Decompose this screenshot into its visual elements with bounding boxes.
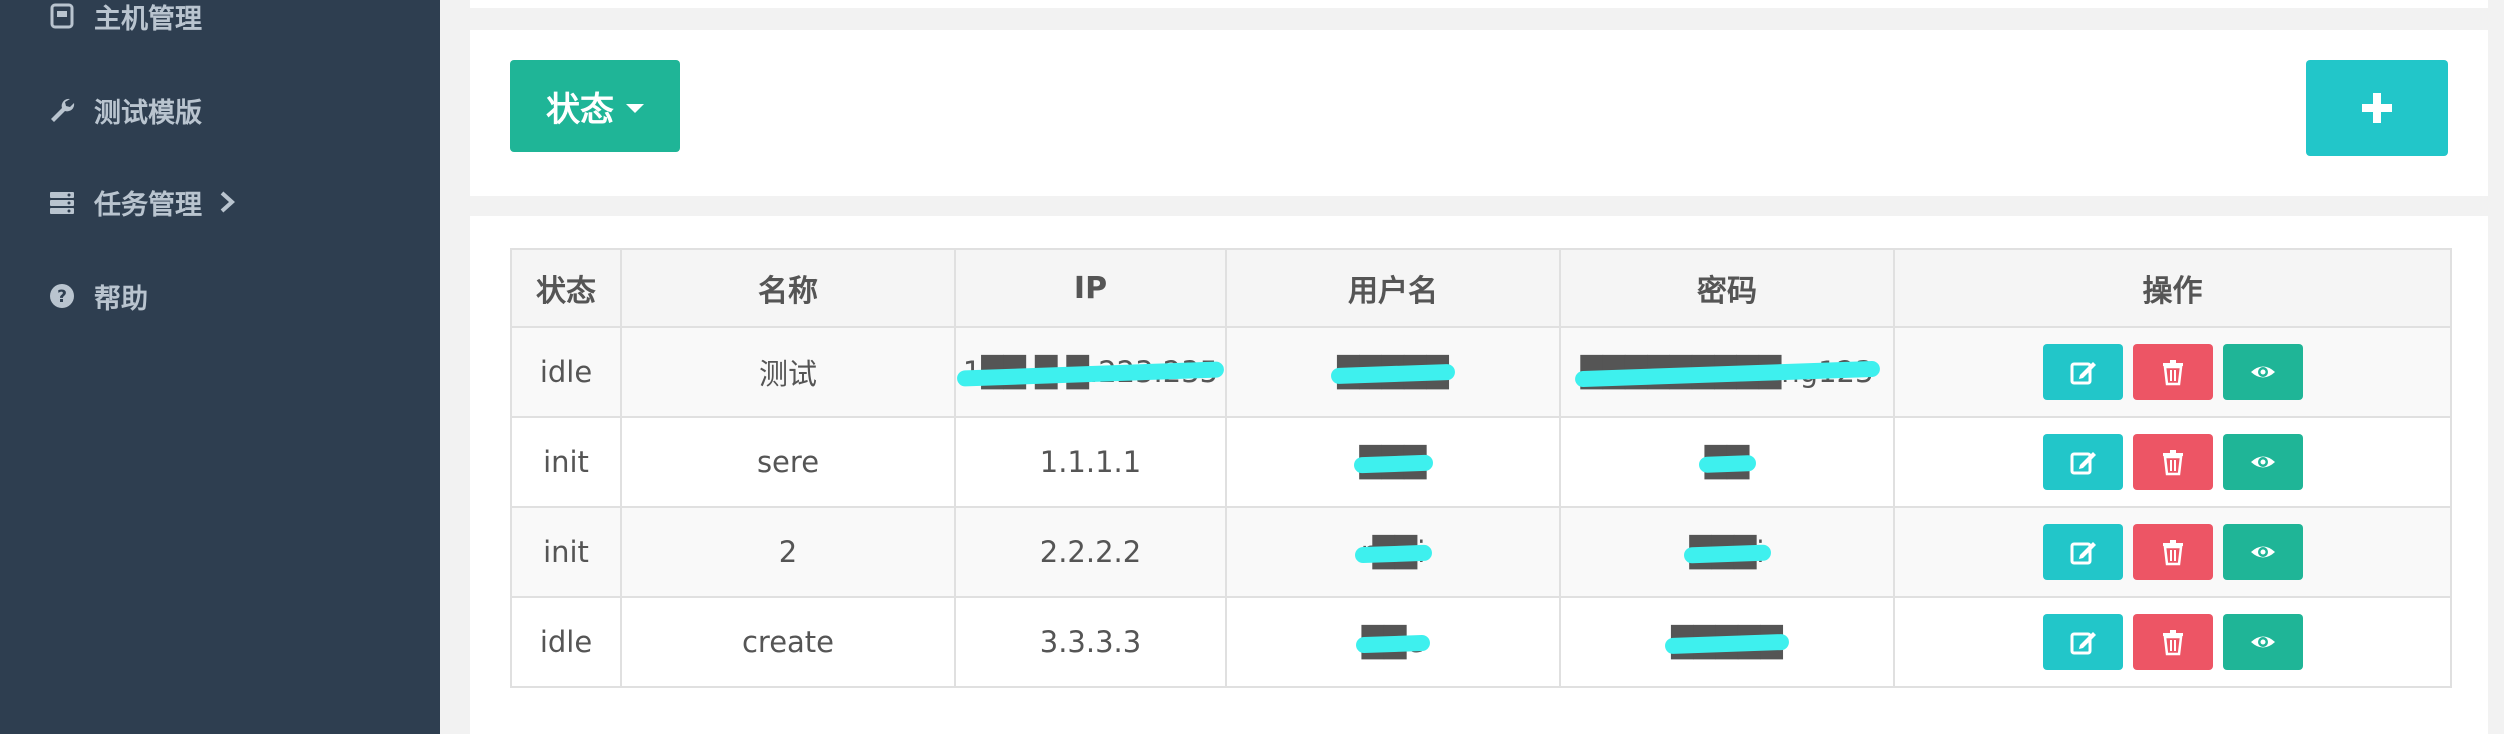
status-cell: idle (510, 326, 622, 418)
edit-button[interactable] (2042, 434, 2123, 490)
ip-cell: 1.1.1.1 (954, 416, 1227, 508)
edit-button[interactable] (2042, 614, 2123, 670)
sidebar-item-label: 测试模版 (94, 97, 202, 129)
actions-cell (1893, 506, 2452, 598)
name-cell: create (620, 596, 956, 688)
add-host-button[interactable] (2306, 60, 2448, 156)
trash-icon (2162, 540, 2183, 566)
status-filter-label: 状态 (546, 89, 614, 130)
redaction-mark (1698, 455, 1756, 473)
table-row: init 2 2.2.2.2 r██i ███i (510, 506, 2452, 598)
ip-cell: 1██.█.█.223.235 (954, 326, 1227, 418)
actions-cell (1893, 416, 2452, 508)
table-row: idle 测试 1██.█.█.223.235 █████ █████████n… (510, 326, 2452, 418)
column-header-username[interactable]: 用户名 (1225, 248, 1561, 328)
redaction-mark (1353, 454, 1433, 474)
host-icon (48, 2, 76, 30)
host-table: 状态 名称 IP 用户名 密码 操作 idle 测试 1██.█.█.223.2… (510, 248, 2452, 688)
chevron-right-icon (220, 191, 235, 213)
sidebar-item-label: 帮助 (94, 283, 148, 315)
actions-cell (1893, 326, 2452, 418)
wrench-icon (48, 96, 76, 124)
question-icon: ? (48, 282, 76, 310)
trash-icon (2162, 630, 2183, 656)
trash-icon (2162, 450, 2183, 476)
sidebar: 主机管理 测试模版 任务管理 ? 帮助 (0, 0, 440, 734)
table-header-row: 状态 名称 IP 用户名 密码 操作 (510, 248, 2452, 328)
username-cell: █████ (1225, 326, 1561, 418)
view-button[interactable] (2222, 524, 2303, 580)
username-cell: r██i (1225, 506, 1561, 598)
sidebar-item-label: 任务管理 (94, 189, 202, 221)
view-button[interactable] (2222, 344, 2303, 400)
username-cell: ███ (1225, 416, 1561, 508)
eye-icon (2250, 456, 2275, 468)
trash-icon (2162, 360, 2183, 386)
edit-icon (2070, 452, 2096, 475)
column-header-ip[interactable]: IP (954, 248, 1227, 328)
top-panel (470, 0, 2488, 8)
password-cell: █████████ng123 (1559, 326, 1895, 418)
eye-icon (2250, 636, 2275, 648)
edit-icon (2070, 362, 2096, 385)
column-header-status[interactable]: 状态 (510, 248, 622, 328)
edit-button[interactable] (2042, 524, 2123, 580)
status-cell: init (510, 416, 622, 508)
redaction-mark (1683, 544, 1771, 564)
sidebar-item-task-management[interactable]: 任务管理 (48, 182, 238, 222)
sidebar-item-test-template[interactable]: 测试模版 (48, 90, 202, 130)
svg-text:?: ? (57, 287, 67, 307)
plus-icon (2362, 93, 2392, 123)
view-button[interactable] (2222, 614, 2303, 670)
table-panel: 状态 名称 IP 用户名 密码 操作 idle 测试 1██.█.█.223.2… (470, 216, 2488, 734)
username-cell: ██e (1225, 596, 1561, 688)
edit-icon (2070, 632, 2096, 655)
ip-cell: 3.3.3.3 (954, 596, 1227, 688)
delete-button[interactable] (2132, 344, 2213, 400)
password-cell: ██ (1559, 416, 1895, 508)
password-cell: ███i (1559, 506, 1895, 598)
status-cell: init (510, 506, 622, 598)
status-cell: idle (510, 596, 622, 688)
toolbar-panel: 状态 (470, 30, 2488, 196)
column-header-password[interactable]: 密码 (1559, 248, 1895, 328)
sidebar-item-help[interactable]: ? 帮助 (48, 276, 148, 316)
delete-button[interactable] (2132, 434, 2213, 490)
column-header-name[interactable]: 名称 (620, 248, 956, 328)
name-cell: 测试 (620, 326, 956, 418)
redaction-mark (1354, 544, 1432, 564)
table-row: init sere 1.1.1.1 ███ ██ (510, 416, 2452, 508)
name-cell: sere (620, 416, 956, 508)
eye-icon (2250, 546, 2275, 558)
delete-button[interactable] (2132, 614, 2213, 670)
sidebar-item-label: 主机管理 (94, 3, 202, 35)
redaction-mark (1355, 634, 1431, 654)
view-button[interactable] (2222, 434, 2303, 490)
name-cell: 2 (620, 506, 956, 598)
edit-button[interactable] (2042, 344, 2123, 400)
table-row: idle create 3.3.3.3 ██e █████ (510, 596, 2452, 688)
server-icon (48, 188, 76, 216)
sidebar-item-host-management[interactable]: 主机管理 (48, 0, 202, 36)
caret-down-icon (626, 103, 644, 113)
delete-button[interactable] (2132, 524, 2213, 580)
ip-cell: 2.2.2.2 (954, 506, 1227, 598)
edit-icon (2070, 542, 2096, 565)
password-cell: █████ (1559, 596, 1895, 688)
status-filter-dropdown[interactable]: 状态 (510, 60, 680, 152)
column-header-actions: 操作 (1893, 248, 2452, 328)
actions-cell (1893, 596, 2452, 688)
eye-icon (2250, 366, 2275, 378)
